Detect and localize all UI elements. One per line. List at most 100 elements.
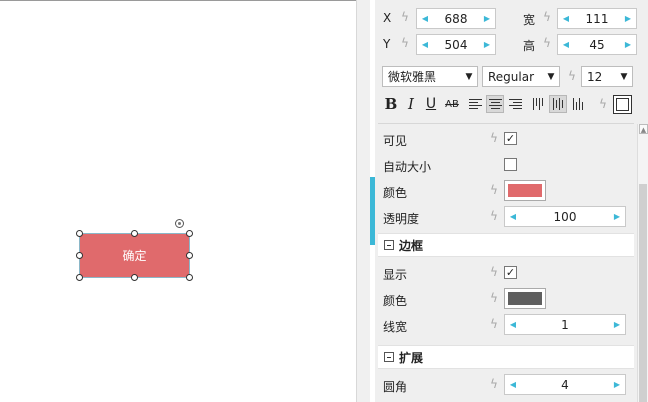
resize-handle-e[interactable] [186, 252, 193, 259]
valign-bottom-button[interactable] [569, 95, 587, 113]
y-increase-icon[interactable]: ▶ [479, 40, 495, 49]
strikethrough-button[interactable]: AB [443, 95, 461, 113]
font-weight-select[interactable]: Regular ▼ [482, 66, 560, 87]
y-decrease-icon[interactable]: ◀ [417, 40, 433, 49]
extend-section-header[interactable]: 扩展 [378, 345, 634, 369]
x-increase-icon[interactable]: ▶ [479, 14, 495, 23]
fill-color-swatch[interactable] [504, 180, 546, 201]
chevron-down-icon: ▼ [465, 71, 473, 82]
resize-handle-w[interactable] [76, 252, 83, 259]
opacity-decrease-icon[interactable]: ◀ [505, 212, 521, 221]
height-bind-icon[interactable]: ϟ [542, 37, 552, 50]
visible-checkbox[interactable]: ✓ [504, 132, 517, 145]
corner-radius-bind-icon[interactable]: ϟ [489, 378, 499, 391]
y-input[interactable]: 504 [433, 38, 479, 52]
x-label: X [383, 11, 392, 25]
autosize-label: 自动大小 [383, 160, 432, 174]
height-increase-icon[interactable]: ▶ [620, 40, 636, 49]
border-color-chip [508, 292, 542, 305]
width-input[interactable]: 111 [574, 12, 620, 26]
fill-color-chip [508, 184, 542, 197]
text-color-swatch[interactable] [613, 95, 632, 114]
bold-label: B [384, 95, 398, 113]
panel-scrollbar[interactable]: ▲ [637, 124, 648, 402]
bold-button[interactable]: B [382, 95, 400, 113]
fill-color-label: 颜色 [383, 186, 408, 200]
resize-handle-s[interactable] [131, 274, 138, 281]
valign-middle-button[interactable] [549, 95, 567, 113]
height-decrease-icon[interactable]: ◀ [558, 40, 574, 49]
align-left-icon [468, 99, 482, 109]
scroll-up-icon[interactable]: ▲ [639, 124, 648, 134]
resize-handle-se[interactable] [186, 274, 193, 281]
border-width-decrease-icon[interactable]: ◀ [505, 320, 521, 329]
collapse-icon[interactable] [384, 352, 394, 362]
opacity-spinner[interactable]: ◀ 100 ▶ [504, 206, 626, 227]
width-decrease-icon[interactable]: ◀ [558, 14, 574, 23]
border-color-swatch[interactable] [504, 288, 546, 309]
y-bind-icon[interactable]: ϟ [400, 37, 410, 50]
strikethrough-label: AB [445, 98, 459, 110]
opacity-input[interactable]: 100 [521, 210, 609, 224]
height-spinner[interactable]: ◀ 45 ▶ [557, 34, 637, 55]
width-spinner[interactable]: ◀ 111 ▶ [557, 8, 637, 29]
design-canvas[interactable]: 确定 [0, 0, 356, 402]
font-family-select[interactable]: 微软雅黑 ▼ [382, 66, 478, 87]
font-size-select[interactable]: 12 ▼ [581, 66, 633, 87]
chevron-down-icon: ▼ [620, 71, 628, 82]
border-show-checkbox[interactable]: ✓ [504, 266, 517, 279]
border-section-header[interactable]: 边框 [378, 233, 634, 257]
corner-radius-decrease-icon[interactable]: ◀ [505, 380, 521, 389]
border-section-title: 边框 [399, 238, 424, 253]
font-family-value: 微软雅黑 [388, 70, 437, 84]
align-center-button[interactable] [486, 95, 504, 113]
confirm-button-widget[interactable]: 确定 [79, 233, 190, 278]
align-right-button[interactable] [506, 95, 524, 113]
corner-radius-label: 圆角 [383, 380, 408, 394]
fill-color-bind-icon[interactable]: ϟ [489, 184, 499, 197]
chevron-down-icon: ▼ [547, 71, 555, 82]
x-bind-icon[interactable]: ϟ [400, 11, 410, 24]
visible-bind-icon[interactable]: ϟ [489, 132, 499, 145]
width-label: 宽 [523, 13, 536, 27]
corner-radius-input[interactable]: 4 [521, 378, 609, 392]
border-color-bind-icon[interactable]: ϟ [489, 292, 499, 305]
resize-handle-nw[interactable] [76, 230, 83, 237]
height-input[interactable]: 45 [574, 38, 620, 52]
border-width-spinner[interactable]: ◀ 1 ▶ [504, 314, 626, 335]
border-width-label: 线宽 [383, 320, 408, 334]
align-right-icon [508, 99, 522, 109]
corner-radius-increase-icon[interactable]: ▶ [609, 380, 625, 389]
corner-radius-spinner[interactable]: ◀ 4 ▶ [504, 374, 626, 395]
opacity-bind-icon[interactable]: ϟ [489, 210, 499, 223]
resize-handle-ne[interactable] [186, 230, 193, 237]
x-decrease-icon[interactable]: ◀ [417, 14, 433, 23]
y-spinner[interactable]: ◀ 504 ▶ [416, 34, 496, 55]
extend-section-title: 扩展 [399, 350, 424, 365]
autosize-checkbox[interactable] [504, 158, 517, 171]
opacity-increase-icon[interactable]: ▶ [609, 212, 625, 221]
scroll-thumb[interactable] [639, 184, 647, 402]
border-show-bind-icon[interactable]: ϟ [489, 266, 499, 279]
text-color-bind-icon[interactable]: ϟ [598, 98, 608, 111]
collapse-icon[interactable] [384, 240, 394, 250]
panel-splitter[interactable] [356, 0, 370, 402]
border-width-bind-icon[interactable]: ϟ [489, 318, 499, 331]
rotate-handle[interactable] [175, 219, 184, 228]
width-increase-icon[interactable]: ▶ [620, 14, 636, 23]
valign-top-button[interactable] [529, 95, 547, 113]
align-left-button[interactable] [466, 95, 484, 113]
font-size-bind-icon[interactable]: ϟ [567, 70, 577, 83]
x-input[interactable]: 688 [433, 12, 479, 26]
width-bind-icon[interactable]: ϟ [542, 11, 552, 24]
font-weight-value: Regular [488, 69, 535, 84]
resize-handle-sw[interactable] [76, 274, 83, 281]
x-spinner[interactable]: ◀ 688 ▶ [416, 8, 496, 29]
border-width-input[interactable]: 1 [521, 318, 609, 332]
italic-button[interactable]: I [402, 95, 420, 113]
underline-button[interactable]: U [422, 95, 440, 113]
font-size-value: 12 [587, 69, 603, 84]
border-width-increase-icon[interactable]: ▶ [609, 320, 625, 329]
align-center-icon [488, 99, 502, 109]
resize-handle-n[interactable] [131, 230, 138, 237]
